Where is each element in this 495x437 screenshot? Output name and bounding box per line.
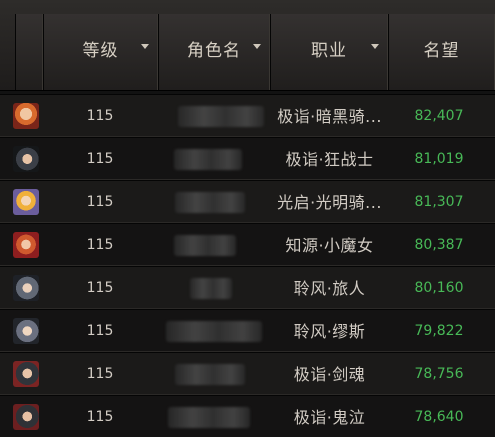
level-value: 115 [86,323,114,339]
fame-value: 78,756 [414,366,464,382]
fame-header-label: 名望 [423,41,460,61]
ranking-table: 等级 角色名 职业 名望 115 极诣·暗黑骑... 82,407 115 极诣… [0,0,495,437]
table-row[interactable]: 115 极诣·狂战士 81,019 [0,137,495,180]
fame-value: 81,307 [414,194,464,210]
male-swordsman-avatar-icon [13,361,39,387]
name-value [160,224,268,267]
table-row[interactable]: 115 知源·小魔女 80,387 [0,223,495,266]
name-value [160,95,268,138]
name-value [160,396,268,437]
job-value: 光启·光明骑... [277,193,382,212]
level-value: 115 [86,151,114,167]
name-value [160,310,268,353]
female-muse-avatar-icon [13,318,39,344]
level-column-header[interactable]: 等级 [43,14,158,90]
table-row[interactable]: 115 光启·光明骑... 81,307 [0,180,495,223]
job-value: 极诣·狂战士 [285,150,374,169]
male-ghost-avatar-icon [13,404,39,430]
female-orange-hair-avatar-icon [13,103,39,129]
male-traveler-avatar-icon [13,275,39,301]
chevron-down-icon[interactable] [253,44,261,49]
fame-value: 81,019 [414,151,464,167]
female-witch-avatar-icon [13,232,39,258]
job-value: 极诣·暗黑骑... [277,107,382,126]
fame-value: 82,407 [414,108,464,124]
level-value: 115 [86,409,114,425]
table-row[interactable]: 115 聆风·缪斯 79,822 [0,309,495,352]
job-value: 知源·小魔女 [285,236,374,255]
level-value: 115 [86,280,114,296]
fame-value: 79,822 [414,323,464,339]
table-row[interactable]: 115 极诣·鬼泣 78,640 [0,395,495,437]
job-header-label: 职业 [311,41,347,61]
job-column-header[interactable]: 职业 [270,14,388,90]
chevron-down-icon[interactable] [371,44,379,49]
level-value: 115 [86,194,114,210]
job-value: 极诣·剑魂 [293,365,366,384]
name-value [160,267,268,310]
avatar-column-header [15,14,43,90]
fame-value: 80,160 [414,280,464,296]
table-row[interactable]: 115 极诣·暗黑骑... 82,407 [0,94,495,137]
job-value: 聆风·旅人 [293,279,366,298]
fame-value: 80,387 [414,237,464,253]
male-dark-hair-avatar-icon [13,146,39,172]
table-row[interactable]: 115 极诣·剑魂 78,756 [0,352,495,395]
name-value [160,138,268,181]
name-value [160,353,268,396]
table-row[interactable]: 115 聆风·旅人 80,160 [0,266,495,309]
level-value: 115 [86,366,114,382]
job-value: 极诣·鬼泣 [293,408,366,427]
fame-value: 78,640 [414,409,464,425]
fame-column-header[interactable]: 名望 [388,14,495,90]
table-header: 等级 角色名 职业 名望 [0,0,495,91]
level-value: 115 [86,237,114,253]
level-value: 115 [86,108,114,124]
name-column-header[interactable]: 角色名 [158,14,270,90]
female-blonde-knight-avatar-icon [13,189,39,215]
job-value: 聆风·缪斯 [293,322,366,341]
name-value [160,181,268,224]
chevron-down-icon[interactable] [141,44,149,49]
